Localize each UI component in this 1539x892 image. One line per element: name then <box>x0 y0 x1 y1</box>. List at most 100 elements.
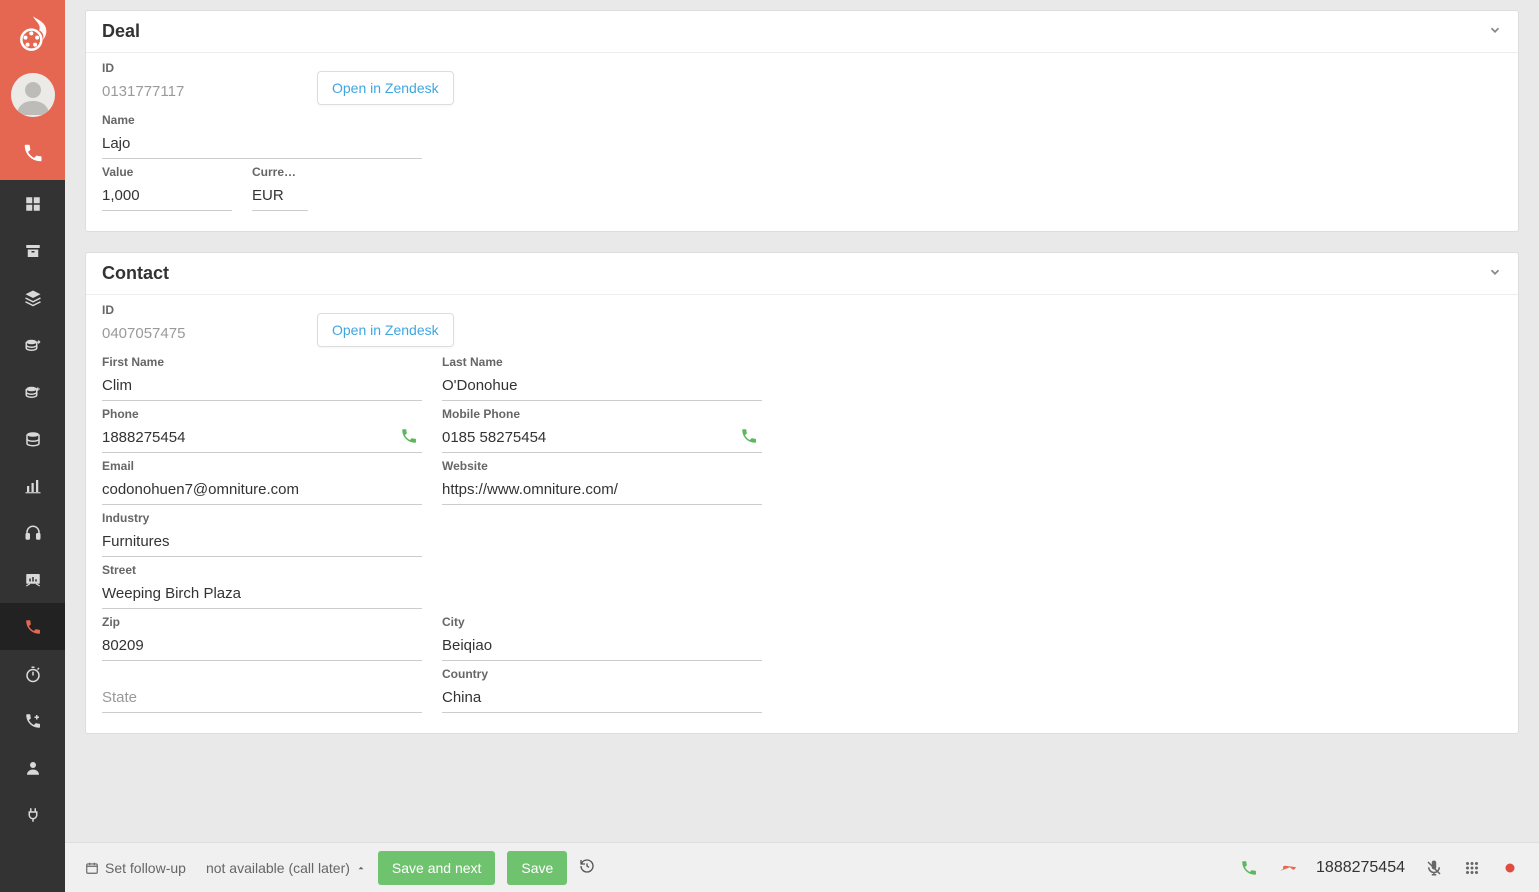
nav-headset[interactable] <box>0 509 65 556</box>
industry-input[interactable] <box>102 527 422 557</box>
sidebar-call-button[interactable] <box>0 125 65 180</box>
phone-icon <box>740 427 758 445</box>
status-label: not available (call later) <box>206 860 350 876</box>
followup-label: Set follow-up <box>105 860 186 876</box>
last-name-label: Last Name <box>442 355 762 369</box>
deal-open-zendesk-button[interactable]: Open in Zendesk <box>317 71 454 105</box>
street-input[interactable] <box>102 579 422 609</box>
save-next-button[interactable]: Save and next <box>378 851 496 885</box>
phone-label: Phone <box>102 407 422 421</box>
deal-panel-header[interactable]: Deal <box>86 11 1518 53</box>
app-logo[interactable] <box>0 0 65 65</box>
country-label: Country <box>442 667 762 681</box>
save-button[interactable]: Save <box>507 851 567 885</box>
calendar-icon <box>85 861 99 875</box>
user-icon <box>24 759 42 777</box>
contact-id-label: ID <box>102 303 297 317</box>
contact-panel-header[interactable]: Contact <box>86 253 1518 295</box>
phone-input[interactable] <box>102 423 422 453</box>
nav-plugin[interactable] <box>0 791 65 838</box>
answer-call-button[interactable] <box>1240 859 1258 877</box>
contact-panel-body: ID Open in Zendesk First Name Last Name <box>86 295 1518 733</box>
deal-value-label: Value <box>102 165 232 179</box>
zip-label: Zip <box>102 615 422 629</box>
coins-in-icon <box>24 336 42 354</box>
deal-id-label: ID <box>102 61 297 75</box>
record-button[interactable] <box>1501 859 1519 877</box>
call-mobile-button[interactable] <box>740 427 758 448</box>
headset-icon <box>24 524 42 542</box>
city-input[interactable] <box>442 631 762 661</box>
website-input[interactable] <box>442 475 762 505</box>
contact-open-zendesk-button[interactable]: Open in Zendesk <box>317 313 454 347</box>
history-button[interactable] <box>579 858 595 877</box>
mobile-input[interactable] <box>442 423 762 453</box>
contact-panel-title: Contact <box>102 263 169 284</box>
avatar-wrap <box>0 65 65 125</box>
zip-input[interactable] <box>102 631 422 661</box>
sidebar <box>0 0 65 892</box>
deal-value-input[interactable] <box>102 181 232 211</box>
nav-call-plus[interactable] <box>0 697 65 744</box>
nav-stats[interactable] <box>0 462 65 509</box>
call-phone-button[interactable] <box>400 427 418 448</box>
sidebar-top <box>0 0 65 180</box>
nav-presentation[interactable] <box>0 556 65 603</box>
history-icon <box>579 858 595 874</box>
nav-database[interactable] <box>0 415 65 462</box>
content-scroll[interactable]: Deal ID Open in Zendesk Name <box>65 0 1539 842</box>
sidebar-nav <box>0 180 65 838</box>
database-icon <box>24 430 42 448</box>
call-number: 1888275454 <box>1316 859 1405 877</box>
hangup-call-button[interactable] <box>1278 859 1296 877</box>
avatar-placeholder-icon <box>11 73 55 117</box>
chevron-down-icon <box>1488 265 1502 282</box>
presentation-icon <box>24 571 42 589</box>
street-label: Street <box>102 563 422 577</box>
main: Deal ID Open in Zendesk Name <box>65 0 1539 892</box>
caret-up-icon <box>356 863 366 873</box>
grid-icon <box>24 195 42 213</box>
phone-icon <box>400 427 418 445</box>
deal-panel-body: ID Open in Zendesk Name Value <box>86 53 1518 231</box>
dialpad-button[interactable] <box>1463 859 1481 877</box>
contact-id-value <box>102 319 297 349</box>
nav-user[interactable] <box>0 744 65 791</box>
status-dropdown[interactable]: not available (call later) <box>206 860 366 876</box>
user-avatar[interactable] <box>11 73 55 117</box>
record-icon <box>1501 859 1519 877</box>
email-input[interactable] <box>102 475 422 505</box>
nav-archive[interactable] <box>0 227 65 274</box>
first-name-label: First Name <box>102 355 422 369</box>
city-label: City <box>442 615 762 629</box>
mic-off-icon <box>1425 859 1443 877</box>
set-followup-button[interactable]: Set follow-up <box>85 860 186 876</box>
email-label: Email <box>102 459 422 473</box>
phone-icon <box>24 618 42 636</box>
nav-coins-out[interactable] <box>0 368 65 415</box>
last-name-input[interactable] <box>442 371 762 401</box>
state-input[interactable] <box>102 683 422 713</box>
plug-icon <box>24 806 42 824</box>
deal-name-input[interactable] <box>102 129 422 159</box>
nav-dashboard[interactable] <box>0 180 65 227</box>
flame-film-icon <box>13 13 53 53</box>
website-label: Website <box>442 459 762 473</box>
deal-currency-input[interactable] <box>252 181 308 211</box>
nav-call[interactable] <box>0 603 65 650</box>
bar-chart-icon <box>24 477 42 495</box>
chevron-down-icon <box>1488 23 1502 40</box>
nav-timer[interactable] <box>0 650 65 697</box>
mobile-label: Mobile Phone <box>442 407 762 421</box>
phone-icon <box>1240 859 1258 877</box>
deal-panel: Deal ID Open in Zendesk Name <box>85 10 1519 232</box>
state-label <box>102 667 422 681</box>
mute-button[interactable] <box>1425 859 1443 877</box>
country-input[interactable] <box>442 683 762 713</box>
nav-layers[interactable] <box>0 274 65 321</box>
deal-panel-title: Deal <box>102 21 140 42</box>
first-name-input[interactable] <box>102 371 422 401</box>
archive-icon <box>24 242 42 260</box>
deal-id-value <box>102 77 297 107</box>
nav-coins-in[interactable] <box>0 321 65 368</box>
